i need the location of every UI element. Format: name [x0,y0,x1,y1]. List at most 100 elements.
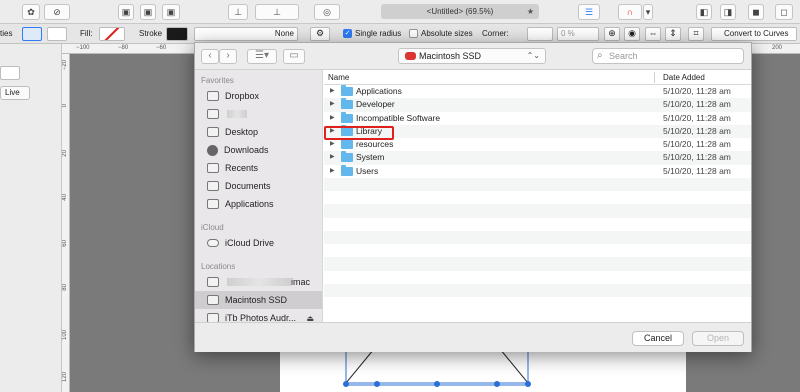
fill-swatch[interactable] [99,27,125,41]
new-folder-icon[interactable]: ▭ [283,49,305,64]
open-button[interactable]: Open [692,331,744,346]
locations-header: Locations [201,262,236,271]
selection-handle[interactable] [525,381,531,387]
selection-handle[interactable] [434,381,440,387]
home-icon [207,109,219,119]
folder-icon [341,138,353,149]
empty-row [324,257,751,271]
selected-shape[interactable] [280,345,686,392]
file-row[interactable]: ▶ System 5/10/20, 11:28 am [324,151,751,165]
applications-icon [207,199,219,209]
vertical-ruler: −20 0 20 40 60 80 100 120 [62,54,70,392]
canvas-page[interactable] [280,345,686,392]
single-radius-checkbox[interactable]: ✓ Single radius [343,29,401,39]
flower-icon[interactable]: ✿ [22,4,40,20]
forward-button[interactable]: › [219,49,237,64]
pin-2-icon[interactable]: ⊥ [255,4,299,20]
sidebar-item-label: Downloads [224,145,269,155]
arrange-front-icon[interactable]: ◧ [696,4,712,20]
tab-properties-label[interactable]: ties [0,29,12,38]
selection-handle[interactable] [494,381,500,387]
file-date: 5/10/20, 11:28 am [663,112,731,123]
back-button[interactable]: ‹ [201,49,219,64]
arrange-back-icon[interactable]: ◨ [720,4,736,20]
file-row[interactable]: ▶ Incompatible Software 5/10/20, 11:28 am [324,111,751,125]
file-row[interactable]: ▶ Users 5/10/20, 11:28 am [324,164,751,178]
sidebar-item-applications[interactable]: Applications [195,195,322,213]
sidebar-item-label: Macintosh SSD [225,295,288,305]
stroke-style-select[interactable]: None [194,27,298,41]
convert-to-curves-button[interactable]: Convert to Curves [711,27,797,41]
ruler-tick: 0 [62,104,68,108]
empty-row [324,230,751,244]
disclosure-triangle-icon[interactable]: ▶ [330,167,335,174]
eye-icon[interactable]: ◎ [314,4,340,20]
group-icon[interactable]: ◼ [748,4,764,20]
column-header-date[interactable]: Date Added [663,73,705,82]
disclosure-triangle-icon[interactable]: ▶ [330,87,335,94]
sidebar-item-dropbox[interactable]: Dropbox [195,87,322,105]
ruler-tick: 40 [62,194,68,201]
flip-icon[interactable]: ⇔ [645,27,661,41]
search-icon: ⌕ [597,50,603,61]
sidebar-item-icloud-drive[interactable]: iCloud Drive [195,234,322,252]
align-right-icon[interactable]: ▣ [162,4,180,20]
corner-value-field[interactable]: 0 % [557,27,599,41]
chevron-updown-icon: ⌃⌄ [526,51,540,60]
selection-handle[interactable] [343,381,349,387]
ungroup-icon[interactable]: ◻ [775,4,793,20]
corner-value: 0 % [561,29,575,38]
gear-icon[interactable]: ⚙ [310,27,330,41]
shape-alt-icon[interactable] [47,27,67,41]
sidebar-item-imac[interactable]: imac [195,273,322,291]
pin-icon[interactable]: ⊥ [228,4,248,20]
file-name: System [356,152,385,163]
file-row[interactable]: ▶ Developer 5/10/20, 11:28 am [324,98,751,112]
align-icon[interactable]: ▣ [118,4,134,20]
crosshair-icon[interactable]: ⊕ [604,27,620,41]
stroke-swatch[interactable] [166,27,188,41]
left-stepper[interactable] [0,66,20,80]
disclosure-triangle-icon[interactable]: ▶ [330,140,335,147]
magnet-icon[interactable]: ∩ [618,4,642,20]
column-divider[interactable] [654,72,655,83]
file-row[interactable]: ▶ Applications 5/10/20, 11:28 am [324,85,751,98]
search-placeholder: Search [609,51,638,61]
chevron-down-icon[interactable]: ▾ [643,4,653,20]
flip-v-icon[interactable]: ⇕ [665,27,681,41]
folder-icon [341,164,353,176]
transform-icon[interactable]: ⌗ [688,27,704,41]
no-fill-icon[interactable]: ⊘ [44,4,70,20]
sidebar-item-home[interactable] [195,105,322,123]
sidebar-item-recents[interactable]: Recents [195,159,322,177]
column-header-name[interactable]: Name [328,73,349,82]
ruler-tick: −100 [76,45,90,51]
eye-small-icon[interactable]: ◉ [624,27,640,41]
cancel-button[interactable]: Cancel [632,331,684,346]
sidebar-item-label: Dropbox [225,91,260,101]
sidebar-item-documents[interactable]: Documents [195,177,322,195]
view-options-button[interactable]: ☰▾ [247,49,277,64]
sidebar-item-label: Documents [225,181,271,191]
fill-label: Fill: [80,29,93,38]
location-select[interactable]: Macintosh SSD ⌃⌄ [398,48,546,64]
sidebar-item-downloads[interactable]: Downloads [195,141,322,159]
disk-icon [207,295,219,305]
corner-style-select[interactable] [527,27,553,41]
stroke-style-value: None [274,29,294,38]
disclosure-triangle-icon[interactable]: ▶ [330,100,335,107]
disclosure-triangle-icon[interactable]: ▶ [330,153,335,160]
align-center-icon[interactable]: ▣ [140,4,156,20]
disk-icon [405,52,416,60]
selection-handle[interactable] [374,381,380,387]
sidebar-item-desktop[interactable]: Desktop [195,123,322,141]
absolute-sizes-checkbox[interactable]: Absolute sizes [409,29,473,39]
shape-rect-icon[interactable] [22,27,42,41]
live-button[interactable]: Live [0,86,30,100]
search-input[interactable]: ⌕ Search [592,48,744,64]
checkbox-box [409,29,418,39]
sidebar-item-macintosh-ssd[interactable]: Macintosh SSD [195,291,322,309]
list-icon[interactable]: ☰ [578,4,600,20]
disclosure-triangle-icon[interactable]: ▶ [330,114,335,121]
sidebar-item-label: iCloud Drive [225,238,275,248]
